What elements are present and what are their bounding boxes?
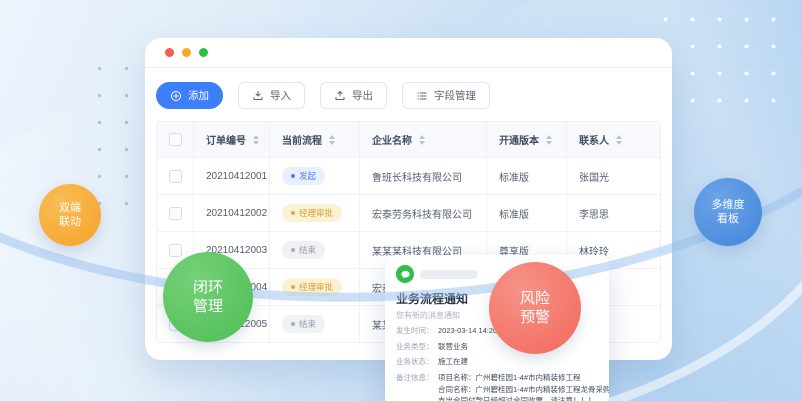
status-dot-icon xyxy=(291,322,295,326)
status-badge: 结束 xyxy=(282,241,325,259)
select-all-checkbox[interactable] xyxy=(169,133,182,146)
remark-line: 合同名称：广州碧桂园1-4#市内精装修工程龙骨采购合同 xyxy=(438,384,609,396)
status-badge: 经理审批 xyxy=(282,204,342,222)
export-button-label: 导出 xyxy=(352,88,373,103)
dot-grid-decoration xyxy=(652,6,792,120)
column-header-company[interactable]: 企业名称 xyxy=(359,122,486,157)
list-icon xyxy=(416,90,428,102)
plus-circle-icon xyxy=(170,90,182,102)
window-titlebar xyxy=(145,38,672,68)
remark-line: 项目名称：广州碧桂园1-4#市内精装修工程 xyxy=(438,372,609,384)
maximize-window-button[interactable] xyxy=(199,48,208,57)
status-badge: 经理审批 xyxy=(282,278,342,296)
table-toolbar: 添加 导入 导出 字段管理 xyxy=(145,68,672,121)
field-management-button-label: 字段管理 xyxy=(434,88,476,103)
add-button-label: 添加 xyxy=(188,88,209,103)
order-number-cell: 20210412002 xyxy=(193,195,269,231)
status-dot-icon xyxy=(291,211,295,215)
contact-cell: 张国光 xyxy=(566,158,660,194)
sort-icon[interactable] xyxy=(616,135,622,145)
add-button[interactable]: 添加 xyxy=(156,82,223,109)
export-button[interactable]: 导出 xyxy=(320,82,387,109)
page-background: 添加 导入 导出 字段管理 xyxy=(0,0,802,401)
import-button-label: 导入 xyxy=(270,88,291,103)
table-row[interactable]: 20210412001 发起 鲁班长科技有限公司 标准版 张国光 xyxy=(157,157,660,194)
status-dot-icon xyxy=(291,285,295,289)
company-cell: 宏泰劳务科技有限公司 xyxy=(359,195,486,231)
feature-badge-risk-warning: 风险 预警 xyxy=(489,262,581,354)
notification-field: 业务状态： 施工在建 xyxy=(396,356,599,368)
notification-field: 业务类型： 联营业务 xyxy=(396,341,599,353)
table-row[interactable]: 20210412002 经理审批 宏泰劳务科技有限公司 标准版 李思思 xyxy=(157,194,660,231)
sort-icon[interactable] xyxy=(329,135,335,145)
table-header-row: 订单编号 当前流程 企业名称 开通版本 联系人 xyxy=(157,122,660,157)
status-badge: 发起 xyxy=(282,167,325,185)
remark-line: 支出合同付款已经超过合同收票，请注意！！！ xyxy=(438,395,609,401)
sort-icon[interactable] xyxy=(419,135,425,145)
import-button[interactable]: 导入 xyxy=(238,82,305,109)
feature-badge-multi-dashboard: 多维度 看板 xyxy=(694,178,762,246)
feature-badge-closed-loop: 闭环 管理 xyxy=(163,252,253,342)
feature-badge-dual-linkage: 双端 联动 xyxy=(39,184,101,246)
status-badge: 结束 xyxy=(282,315,325,333)
column-header-version[interactable]: 开通版本 xyxy=(486,122,566,157)
upload-icon xyxy=(334,90,346,102)
notification-field-remark: 备注信息： 项目名称：广州碧桂园1-4#市内精装修工程 合同名称：广州碧桂园1-… xyxy=(396,372,599,401)
wechat-icon xyxy=(396,265,414,283)
version-cell: 标准版 xyxy=(486,158,566,194)
row-checkbox[interactable] xyxy=(169,244,182,257)
status-dot-icon xyxy=(291,248,295,252)
placeholder-pill xyxy=(420,270,478,279)
column-header-order[interactable]: 订单编号 xyxy=(193,122,269,157)
company-cell: 鲁班长科技有限公司 xyxy=(359,158,486,194)
minimize-window-button[interactable] xyxy=(182,48,191,57)
order-number-cell: 20210412001 xyxy=(193,158,269,194)
contact-cell: 李思思 xyxy=(566,195,660,231)
status-dot-icon xyxy=(291,174,295,178)
row-checkbox[interactable] xyxy=(169,207,182,220)
row-checkbox[interactable] xyxy=(169,170,182,183)
field-management-button[interactable]: 字段管理 xyxy=(402,82,490,109)
sort-icon[interactable] xyxy=(253,135,259,145)
column-header-contact[interactable]: 联系人 xyxy=(566,122,660,157)
sort-icon[interactable] xyxy=(546,135,552,145)
download-icon xyxy=(252,90,264,102)
version-cell: 标准版 xyxy=(486,195,566,231)
column-header-process[interactable]: 当前流程 xyxy=(269,122,359,157)
close-window-button[interactable] xyxy=(165,48,174,57)
